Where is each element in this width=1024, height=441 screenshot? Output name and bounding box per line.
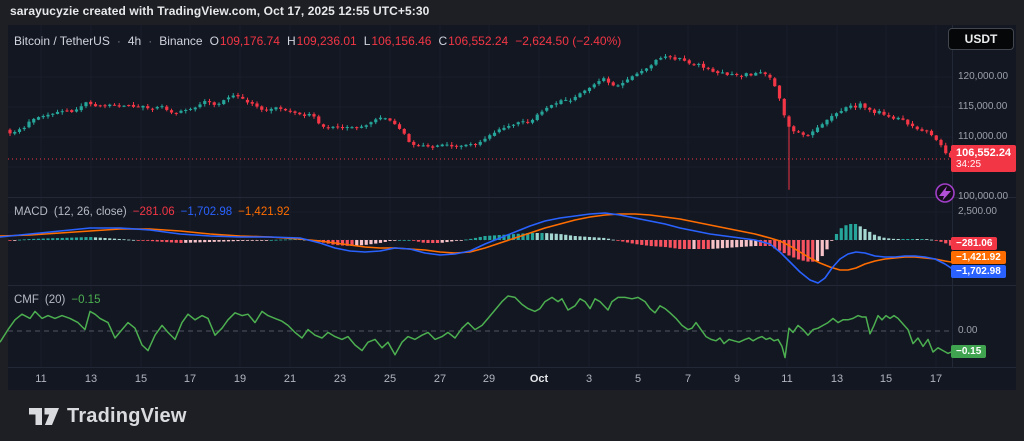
time-axis-label-6: 23 xyxy=(334,373,346,385)
currency-toggle-button[interactable]: USDT xyxy=(948,28,1014,50)
time-axis-label-1: 13 xyxy=(85,373,97,385)
bar-countdown: 34:25 xyxy=(956,159,1011,170)
symbol-name: Bitcoin / TetherUS xyxy=(14,34,110,48)
ohlc-c: C106,552.24 xyxy=(438,34,508,48)
symbol-header[interactable]: Bitcoin / TetherUS · 4h · Binance O109,176.74… xyxy=(14,33,621,49)
tradingview-logo-icon xyxy=(28,403,60,430)
exchange-label: Binance xyxy=(159,34,202,48)
cmf-params: (20) xyxy=(45,294,65,306)
time-axis-label-5: 21 xyxy=(284,373,296,385)
ohlc-l: L106,156.46 xyxy=(364,34,432,48)
price-change: −2,624.50 (−2.40%) xyxy=(515,34,621,48)
price-scale-label-2: 110,000.00 xyxy=(958,132,1016,142)
tradingview-chart-screenshot: sarayucyzie created with TradingView.com… xyxy=(0,0,1024,441)
time-axis-label-12: 5 xyxy=(635,373,641,385)
macd-badge-2: −1,702.98 xyxy=(951,265,1006,278)
cmf-title: CMF xyxy=(14,294,39,306)
ohlc-o: O109,176.74 xyxy=(210,34,280,48)
chart-canvas[interactable] xyxy=(0,0,1024,441)
price-scale-label-1: 115,000.00 xyxy=(958,102,1016,112)
time-axis-label-14: 9 xyxy=(734,373,740,385)
time-axis-label-7: 25 xyxy=(384,373,396,385)
lightning-boost-icon[interactable] xyxy=(936,184,954,202)
last-price-value: 106,552.24 xyxy=(956,147,1011,159)
cmf-header[interactable]: CMF (20) −0.15 xyxy=(14,294,100,306)
time-axis-label-15: 11 xyxy=(781,373,792,385)
separator-dot: · xyxy=(148,34,152,48)
cmf-value: −0.15 xyxy=(71,294,100,306)
separator-dot: · xyxy=(117,34,121,48)
price-scale-label-0: 120,000.00 xyxy=(958,72,1016,82)
macd-badge-0: −281.06 xyxy=(951,237,997,250)
time-axis-label-18: 17 xyxy=(930,373,942,385)
macd-title: MACD xyxy=(14,206,48,218)
time-axis-label-0: 11 xyxy=(35,373,46,385)
time-axis-label-9: 29 xyxy=(483,373,495,385)
time-axis-label-16: 13 xyxy=(831,373,843,385)
cmf-scale-label: 0.00 xyxy=(958,326,1016,336)
time-axis-label-2: 15 xyxy=(135,373,147,385)
interval-label: 4h xyxy=(128,34,141,48)
macd-value-1: −1,702.98 xyxy=(181,206,232,218)
macd-params: (12, 26, close) xyxy=(54,206,127,218)
time-axis-label-10: Oct xyxy=(530,373,548,385)
last-price-badge: 106,552.2434:25 xyxy=(951,145,1016,172)
time-axis-label-8: 27 xyxy=(434,373,446,385)
price-scale-label-3: 100,000.00 xyxy=(958,192,1016,202)
tradingview-logo-text: TradingView xyxy=(67,405,187,428)
time-axis-label-11: 3 xyxy=(586,373,592,385)
macd-value-2: −1,421.92 xyxy=(238,206,289,218)
ohlc-h: H109,236.01 xyxy=(287,34,357,48)
cmf-badge: −0.15 xyxy=(951,345,986,358)
macd-scale-label: 2,500.00 xyxy=(958,207,1016,217)
time-axis-label-3: 17 xyxy=(184,373,196,385)
macd-value-0: −281.06 xyxy=(133,206,175,218)
time-axis-label-13: 7 xyxy=(685,373,691,385)
time-axis-label-4: 19 xyxy=(234,373,246,385)
macd-header[interactable]: MACD (12, 26, close) −281.06 −1,702.98 −1,42… xyxy=(14,206,290,218)
macd-badge-1: −1,421.92 xyxy=(951,251,1006,264)
time-axis-label-17: 15 xyxy=(880,373,892,385)
tradingview-logo[interactable]: TradingView xyxy=(28,401,187,431)
